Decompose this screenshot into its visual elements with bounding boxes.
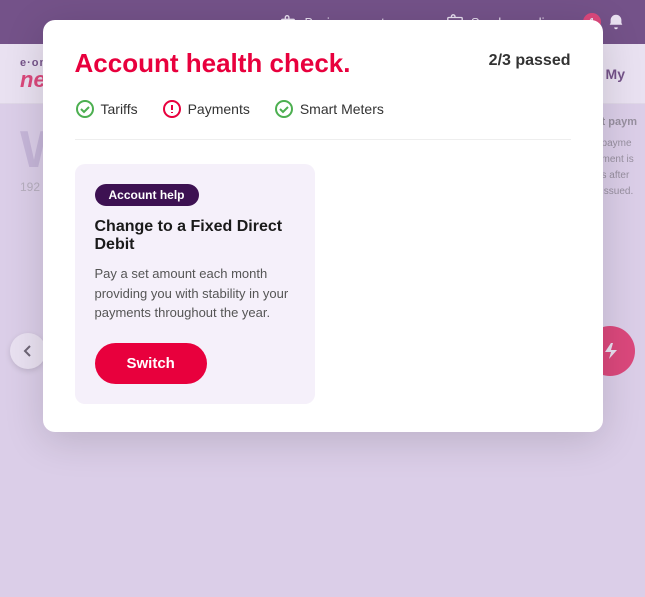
checks-row: Tariffs Payments Smart Meters: [75, 99, 571, 140]
check-tariffs: Tariffs: [75, 99, 138, 119]
warning-icon: [162, 99, 182, 119]
card-description: Pay a set amount each month providing yo…: [95, 264, 295, 323]
modal-title: Account health check.: [75, 48, 351, 79]
help-card: Account help Change to a Fixed Direct De…: [75, 164, 315, 404]
check-smart-meters: Smart Meters: [274, 99, 384, 119]
checkmark-icon: [75, 99, 95, 119]
switch-button[interactable]: Switch: [95, 343, 207, 384]
check-payments: Payments: [162, 99, 250, 119]
health-check-modal: Account health check. 2/3 passed Tariffs…: [43, 20, 603, 432]
checkmark-icon: [274, 99, 294, 119]
account-help-badge: Account help: [95, 184, 199, 206]
modal-overlay: Account health check. 2/3 passed Tariffs…: [0, 0, 645, 597]
passed-badge: 2/3 passed: [489, 48, 571, 70]
modal-header: Account health check. 2/3 passed: [75, 48, 571, 79]
card-title: Change to a Fixed Direct Debit: [95, 218, 295, 254]
